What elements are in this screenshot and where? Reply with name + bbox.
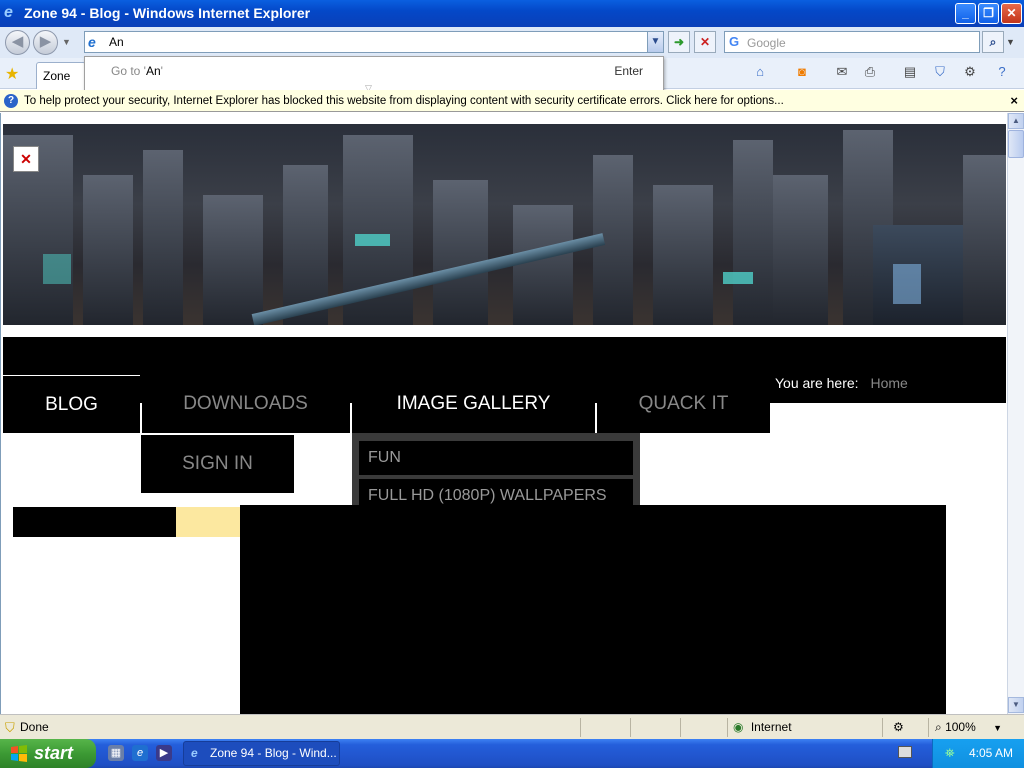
- nav-divider: [350, 403, 352, 433]
- nav-divider: [595, 403, 597, 433]
- tab-label: Zone: [43, 69, 71, 83]
- clock: 4:05 AM: [969, 746, 1014, 760]
- go-button[interactable]: ➜: [668, 31, 690, 53]
- forward-arrow-icon: ▶: [39, 33, 52, 50]
- security-zone[interactable]: ◉ Internet: [727, 718, 877, 737]
- start-label: start: [34, 743, 74, 763]
- autocomplete-go-to-item[interactable]: Go to 'An': [111, 64, 163, 78]
- breadcrumb-home-link[interactable]: Home: [870, 375, 907, 391]
- globe-icon: ◉: [733, 720, 744, 734]
- stop-icon: ✕: [699, 35, 711, 49]
- print-icon[interactable]: ⎙: [860, 64, 880, 82]
- ie-logo-icon: e: [4, 4, 13, 21]
- status-bar: ⛉ Done ◉ Internet ⚙ ⌕ 100% ▼: [0, 714, 1024, 739]
- scroll-up-button[interactable]: ▲: [1008, 113, 1024, 129]
- stop-button[interactable]: ✕: [694, 31, 716, 53]
- keyboard-tray-icon[interactable]: [898, 746, 912, 758]
- nav-divider: [140, 403, 142, 433]
- history-dropdown-icon[interactable]: ▼: [62, 37, 71, 47]
- nav-quack-it[interactable]: QUACK IT: [597, 375, 770, 433]
- tools-gear-icon[interactable]: ⚙: [960, 64, 980, 82]
- zoom-control[interactable]: ⌕ 100% ▼: [928, 718, 1018, 737]
- go-to-value: An: [145, 64, 161, 78]
- taskbar-item-ie[interactable]: e Zone 94 - Blog - Wind...: [183, 741, 340, 766]
- system-tray: ⛯ 4:05 AM: [932, 739, 1024, 768]
- nav-image-gallery[interactable]: IMAGE GALLERY: [352, 375, 595, 433]
- zoom-icon: ⌕: [935, 720, 942, 734]
- header-banner-image: [3, 124, 1006, 325]
- safety-icon[interactable]: ⛉: [930, 64, 950, 82]
- tab-current[interactable]: Zone: [36, 62, 86, 89]
- quicklaunch-media-player-icon[interactable]: ▶: [156, 745, 172, 761]
- help-icon[interactable]: ?: [992, 64, 1012, 82]
- search-box[interactable]: G Google: [724, 31, 980, 53]
- security-infobar[interactable]: ? To help protect your security, Interne…: [0, 90, 1024, 112]
- search-input[interactable]: Google: [747, 36, 786, 50]
- page-menu-icon[interactable]: ▤: [900, 64, 920, 82]
- search-options-icon[interactable]: ▼: [1006, 37, 1015, 47]
- nav-downloads[interactable]: DOWNLOADS: [141, 375, 350, 433]
- back-button[interactable]: ◀: [5, 30, 30, 55]
- quicklaunch-show-desktop-icon[interactable]: ▦: [108, 745, 124, 761]
- status-shield-icon: ⛉: [5, 720, 15, 735]
- windows-taskbar: start ▦ e ▶ e Zone 94 - Blog - Wind... ⛯…: [0, 739, 1024, 768]
- protected-mode-icon[interactable]: ⚙: [882, 718, 924, 737]
- autocomplete-enter-hint: Enter: [614, 64, 643, 78]
- breadcrumb-label: You are here:: [775, 375, 859, 391]
- infobar-message[interactable]: To help protect your security, Internet …: [24, 90, 784, 112]
- network-tray-icon[interactable]: ⛯: [945, 739, 955, 768]
- page-icon: e: [88, 34, 96, 50]
- search-button[interactable]: ⌕: [982, 31, 1004, 53]
- maximize-button[interactable]: ❐: [978, 3, 999, 24]
- start-button[interactable]: start: [0, 739, 96, 768]
- favorites-star-icon[interactable]: ★: [5, 64, 19, 84]
- window-title: Zone 94 - Blog - Windows Internet Explor…: [24, 5, 311, 21]
- info-shield-icon: ?: [4, 94, 18, 108]
- windows-flag-icon: [11, 745, 27, 762]
- infobar-close-button[interactable]: ×: [1010, 90, 1018, 112]
- go-arrow-icon: ➜: [673, 35, 685, 49]
- nav-blog[interactable]: BLOG: [3, 375, 140, 433]
- taskbar-ie-icon: e: [191, 746, 198, 760]
- minimize-button[interactable]: _: [955, 3, 976, 24]
- back-arrow-icon: ◀: [11, 33, 24, 50]
- nav-sign-in[interactable]: SIGN IN: [141, 435, 294, 493]
- scroll-thumb[interactable]: [1008, 130, 1024, 158]
- vertical-scrollbar[interactable]: ▲ ▼: [1007, 113, 1024, 714]
- go-to-suffix: ': [160, 64, 163, 78]
- broken-image-icon: ✕: [13, 146, 39, 172]
- sidebar-accent-block: [176, 507, 240, 537]
- status-text: Done: [20, 720, 49, 734]
- navigation-bar: ◀ ▶ ▼ e An ▼ ➜ ✕ G Google ⌕ ▼: [0, 27, 1024, 58]
- web-page: ✕ BLOG DOWNLOADS IMAGE GALLERY QUACK IT …: [0, 113, 1007, 714]
- taskbar-item-label: Zone 94 - Blog - Wind...: [210, 746, 337, 760]
- go-to-prefix: Go to ': [111, 64, 146, 78]
- feeds-icon[interactable]: ◙: [792, 64, 812, 82]
- window-titlebar: e Zone 94 - Blog - Windows Internet Expl…: [0, 0, 1024, 27]
- sidebar-block: [13, 507, 176, 537]
- zoom-level: 100%: [945, 720, 976, 734]
- google-logo-icon: G: [729, 34, 740, 49]
- main-content-area: [240, 505, 946, 714]
- address-bar[interactable]: e An ▼: [84, 31, 664, 53]
- mail-icon[interactable]: ✉: [832, 64, 852, 82]
- scroll-down-button[interactable]: ▼: [1008, 697, 1024, 713]
- address-dropdown-button[interactable]: ▼: [647, 32, 663, 52]
- home-icon[interactable]: ⌂: [750, 64, 770, 82]
- dropdown-item-fun[interactable]: FUN: [359, 441, 633, 475]
- zoom-dropdown-icon[interactable]: ▼: [993, 723, 1002, 733]
- address-input[interactable]: An: [109, 35, 124, 49]
- quicklaunch-ie-icon[interactable]: e: [132, 745, 148, 761]
- forward-button[interactable]: ▶: [33, 30, 58, 55]
- zone-label: Internet: [750, 720, 792, 734]
- search-icon: ⌕: [989, 35, 997, 49]
- breadcrumb: You are here: Home: [775, 375, 908, 391]
- close-window-button[interactable]: ✕: [1001, 3, 1022, 24]
